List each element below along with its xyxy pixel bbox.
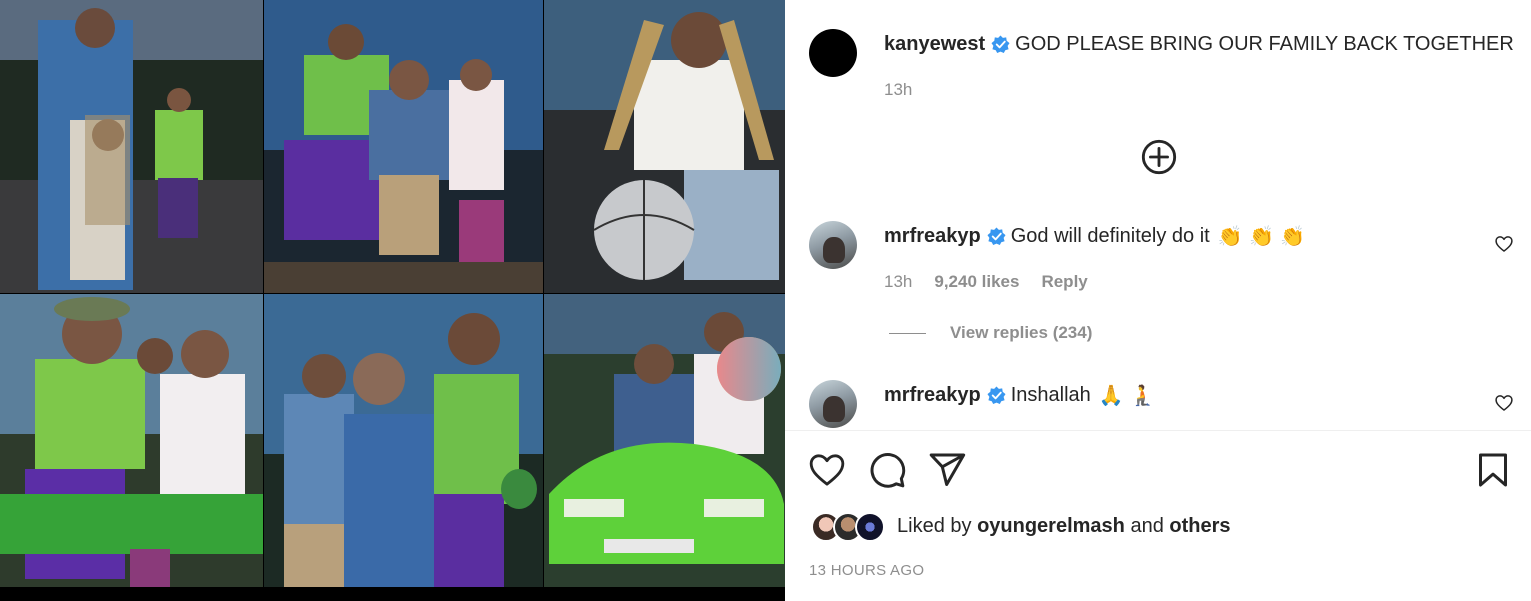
post-timestamp[interactable]: 13 HOURS AGO bbox=[809, 562, 924, 579]
bookmark-icon bbox=[1479, 453, 1507, 487]
view-replies-label: View replies (234) bbox=[950, 323, 1093, 342]
save-button[interactable] bbox=[1473, 450, 1513, 490]
post-details-panel: kanyewest GOD PLEASE BRING OUR FAMILY BA… bbox=[785, 0, 1531, 601]
share-button[interactable] bbox=[927, 450, 967, 490]
replies-divider-line bbox=[889, 332, 926, 334]
clapping-emoji: 👏 👏 👏 bbox=[1217, 224, 1306, 248]
commenter-avatar[interactable] bbox=[809, 221, 857, 269]
photo-tile-5 bbox=[264, 294, 543, 587]
prayer-emoji: 🙏 🧎 bbox=[1098, 383, 1155, 407]
comment-1-meta: 13h 9,240 likes Reply bbox=[884, 272, 1088, 292]
verified-badge-icon bbox=[987, 385, 1006, 404]
comment-2: mrfreakyp Inshallah 🙏 🧎 bbox=[884, 383, 1155, 407]
comment-username[interactable]: mrfreakyp bbox=[884, 224, 981, 248]
caption-text: GOD PLEASE BRING OUR FAMILY BACK TOGETHE… bbox=[1015, 33, 1514, 55]
liked-by-prefix: Liked by bbox=[897, 515, 972, 537]
author-avatar[interactable] bbox=[809, 29, 857, 77]
photo-tile-3 bbox=[544, 0, 785, 293]
photo-tile-1 bbox=[0, 0, 263, 293]
comment-icon bbox=[870, 453, 906, 488]
comment-likes[interactable]: 9,240 likes bbox=[934, 272, 1019, 292]
comment-like-heart-icon[interactable] bbox=[1494, 393, 1514, 413]
comment-like-heart-icon[interactable] bbox=[1494, 234, 1514, 254]
comment-button[interactable] bbox=[867, 450, 907, 490]
comment-username[interactable]: mrfreakyp bbox=[884, 383, 981, 407]
commenter-avatar[interactable] bbox=[809, 380, 857, 428]
liker-avatars[interactable] bbox=[811, 512, 889, 544]
comment-1: mrfreakyp God will definitely do it 👏 👏 … bbox=[884, 224, 1305, 248]
caption-meta: 13h bbox=[884, 80, 912, 100]
liked-by-text: Liked by oyungerelmash and others bbox=[897, 515, 1231, 538]
photo-tile-4 bbox=[0, 294, 263, 587]
verified-badge-icon bbox=[991, 34, 1010, 53]
view-replies-button[interactable]: View replies (234) bbox=[889, 323, 1092, 343]
liked-by-user[interactable]: oyungerelmash bbox=[977, 515, 1125, 537]
liker-avatar bbox=[855, 512, 885, 542]
send-icon bbox=[929, 453, 966, 486]
caption-age: 13h bbox=[884, 80, 913, 99]
heart-icon bbox=[809, 454, 845, 486]
like-button[interactable] bbox=[807, 450, 847, 490]
plus-circle-icon[interactable] bbox=[1140, 138, 1178, 176]
comment-text: Inshallah bbox=[1010, 384, 1091, 406]
section-divider bbox=[785, 430, 1531, 431]
liked-by-joiner: and bbox=[1130, 515, 1164, 537]
comment-age: 13h bbox=[884, 272, 913, 291]
liked-by-others[interactable]: others bbox=[1169, 515, 1230, 537]
post-media[interactable] bbox=[0, 0, 785, 601]
photo-tile-2 bbox=[264, 0, 543, 293]
comment-text: God will definitely do it bbox=[1010, 225, 1210, 247]
photo-tile-6 bbox=[544, 294, 785, 587]
author-username[interactable]: kanyewest bbox=[884, 32, 985, 56]
verified-badge-icon bbox=[987, 226, 1006, 245]
caption: kanyewest GOD PLEASE BRING OUR FAMILY BA… bbox=[884, 32, 1514, 56]
reply-button[interactable]: Reply bbox=[1041, 272, 1087, 292]
